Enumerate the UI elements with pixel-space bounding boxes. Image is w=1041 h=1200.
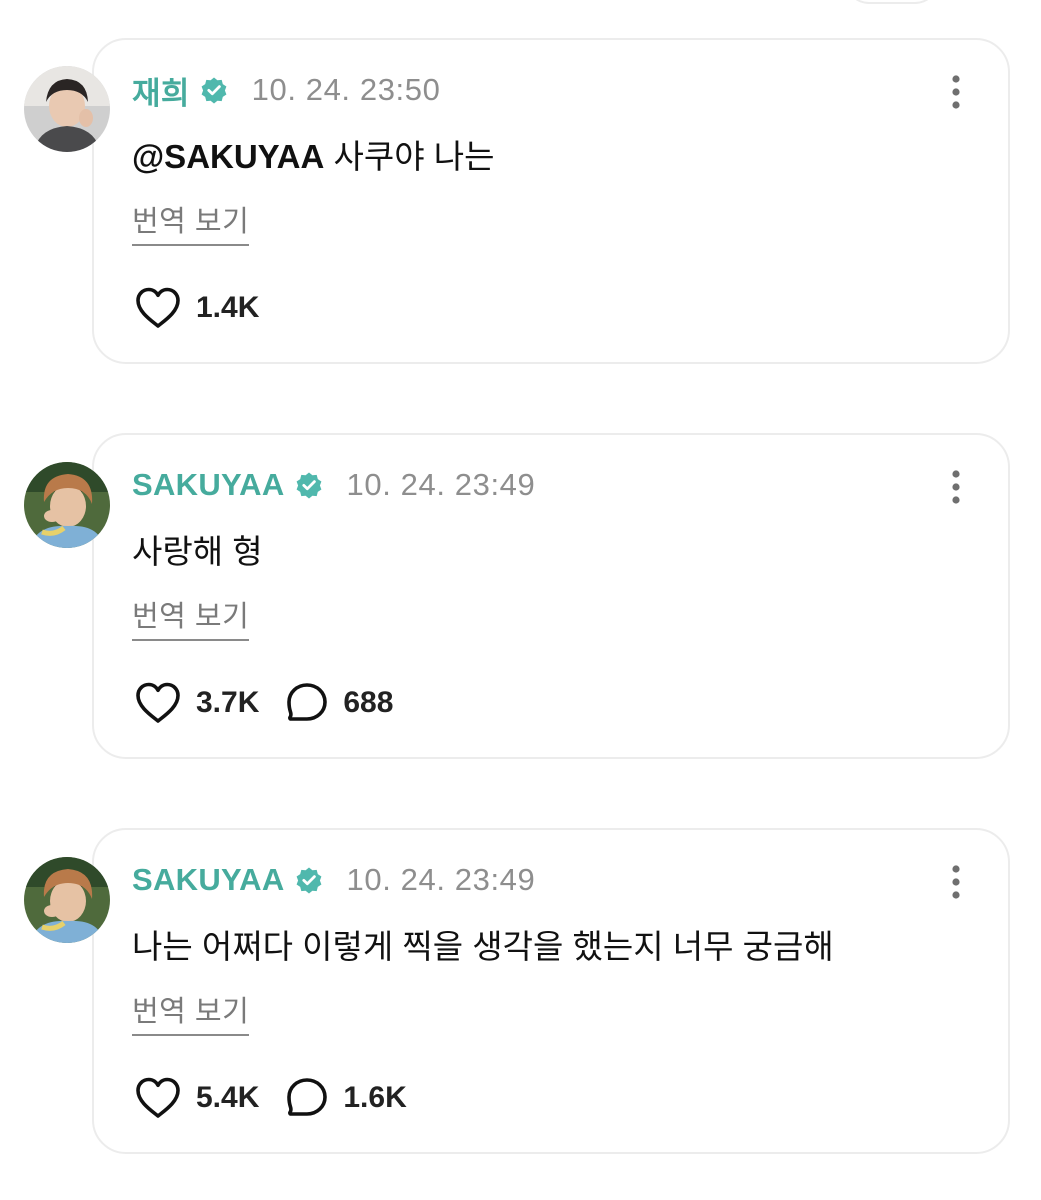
translate-link[interactable]: 번역 보기 [132,593,250,641]
reply-button[interactable]: 1.6K [285,1076,407,1120]
mention-link[interactable]: @SAKUYAA [132,138,324,175]
more-vertical-icon[interactable] [948,469,964,505]
post-header: SAKUYAA 10. 24. 23:49 [132,463,535,507]
verified-badge-icon [295,471,323,499]
verified-badge-icon [295,866,323,894]
like-button[interactable]: 3.7K [134,681,259,725]
heart-icon [136,287,180,328]
post-header: 재희 10. 24. 23:50 [132,68,440,112]
like-button[interactable]: 1.4K [134,286,259,330]
translate-link[interactable]: 번역 보기 [132,988,250,1036]
post-header: SAKUYAA 10. 24. 23:49 [132,858,535,902]
reply-bubble-icon [287,1078,328,1116]
post-actions: 3.7K 688 [134,681,419,725]
like-count: 3.7K [196,686,260,719]
like-count: 1.4K [196,291,260,324]
post-text: 나는 어쩌다 이렇게 찍을 생각을 했는지 너무 궁금해 [132,928,834,965]
previous-post-edge [845,0,939,4]
post-text-content: 사쿠야 나는 [324,138,495,175]
like-count: 5.4K [196,1081,260,1114]
like-button[interactable]: 5.4K [134,1076,259,1120]
post-text: @SAKUYAA 사쿠야 나는 [132,130,494,178]
translate-link[interactable]: 번역 보기 [132,198,250,246]
username[interactable]: SAKUYAA [132,467,285,503]
post-timestamp: 10. 24. 23:50 [251,72,441,107]
heart-icon [136,1077,180,1118]
post-text: 사랑해 형 [132,533,263,570]
post-timestamp: 10. 24. 23:49 [346,862,536,897]
reply-button[interactable]: 688 [285,681,393,725]
post-timestamp: 10. 24. 23:49 [346,467,536,502]
more-vertical-icon[interactable] [948,74,964,110]
more-vertical-icon[interactable] [948,864,964,900]
post-actions: 5.4K 1.6K [134,1076,433,1120]
post-actions: 1.4K [134,286,285,330]
heart-icon [136,682,180,723]
reply-bubble-icon [287,683,328,721]
reply-count: 688 [343,686,394,719]
verified-badge-icon [200,76,228,104]
username[interactable]: 재희 [132,68,190,113]
username[interactable]: SAKUYAA [132,862,285,898]
reply-count: 1.6K [343,1081,407,1114]
